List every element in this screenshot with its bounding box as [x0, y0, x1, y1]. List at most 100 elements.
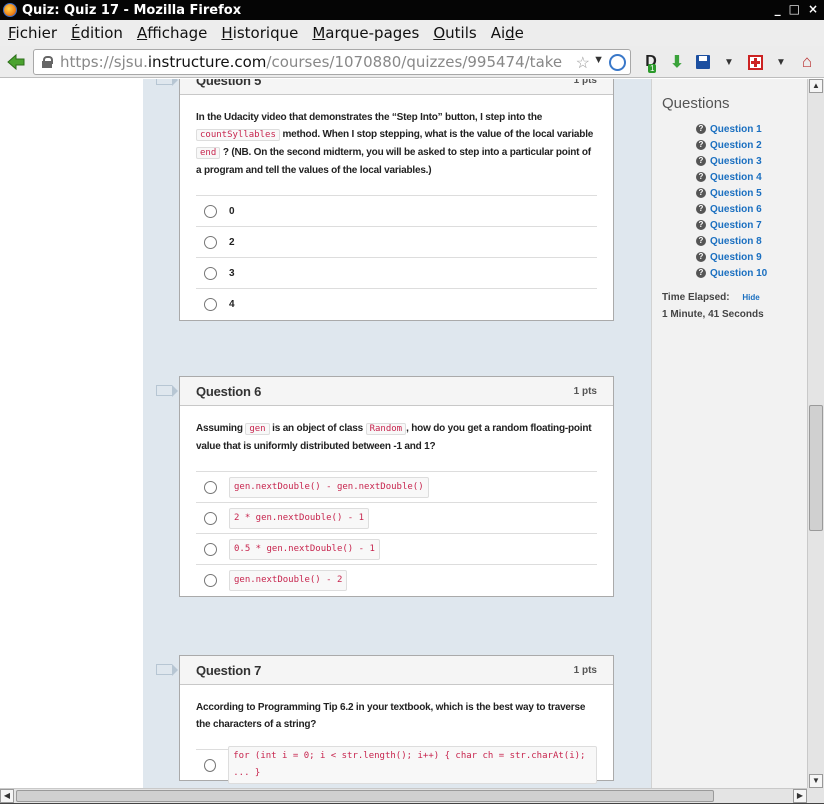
inline-code: gen	[245, 423, 270, 435]
url-dropdown-icon[interactable]: ▼	[593, 54, 604, 66]
question-body: Assuming gen is an object of class Rando…	[180, 406, 613, 596]
answer-list: for (int i = 0; i < str.length(); i++) {…	[196, 746, 597, 784]
question-points: 1 pts	[573, 385, 597, 397]
horizontal-scroll-thumb[interactable]	[16, 790, 714, 802]
answer-radio[interactable]	[204, 235, 217, 249]
sidebar-question-link[interactable]: ? Question 8	[696, 233, 767, 249]
menu-item-2[interactable]: Affichage	[137, 24, 207, 42]
question-text: Assuming gen is an object of class Rando…	[196, 406, 597, 455]
back-arrow-icon[interactable]	[6, 52, 26, 72]
sidebar-question-link[interactable]: ? Question 3	[696, 153, 767, 169]
sidebar-question-label: Question 8	[710, 235, 762, 247]
answer-option[interactable]: 3	[196, 258, 597, 289]
first-aid-button[interactable]	[742, 52, 768, 72]
sidebar-question-link[interactable]: ? Question 7	[696, 217, 767, 233]
scroll-right-arrow-icon[interactable]: ▶	[793, 789, 807, 803]
answer-option[interactable]: 4	[196, 289, 597, 320]
menu-bar: Fichier Édition Affichage Historique Marque-…	[0, 20, 824, 46]
firefox-logo-icon	[3, 3, 17, 17]
sidebar-question-link[interactable]: ? Question 4	[696, 169, 767, 185]
sidebar-question-link[interactable]: ? Question 5	[696, 185, 767, 201]
maximize-button[interactable]: □	[789, 2, 800, 16]
window-bottom-edge	[0, 803, 824, 808]
answer-option[interactable]: gen.nextDouble() - 2	[196, 565, 597, 596]
menu-item-0[interactable]: Fichier	[8, 24, 57, 42]
quiz-main-column: Question 5 1 pts In the Udacity video that…	[143, 79, 651, 788]
answer-radio[interactable]	[204, 511, 217, 525]
page-content: Question 5 1 pts In the Udacity video that…	[0, 79, 807, 788]
save-dropdown-button[interactable]: ▼	[716, 52, 742, 72]
answer-radio[interactable]	[204, 480, 217, 494]
question-status-icon: ?	[696, 172, 706, 182]
flag-question-icon[interactable]	[156, 664, 178, 676]
vertical-scrollbar[interactable]: ▲ ▼	[807, 79, 824, 788]
question-status-icon: ?	[696, 220, 706, 230]
answer-option[interactable]: for (int i = 0; i < str.length(); i++) {…	[196, 746, 597, 784]
answer-radio[interactable]	[204, 758, 217, 772]
question-text-segment: Assuming	[196, 423, 246, 434]
answer-label: 2	[229, 236, 235, 248]
question-title: Question 7	[196, 662, 262, 678]
menu-item-5[interactable]: Outils	[433, 24, 476, 42]
lock-icon	[42, 56, 53, 68]
minimize-button[interactable]: _	[775, 2, 781, 16]
url-text[interactable]: https://sjsu.instructure.com/courses/107…	[60, 53, 565, 71]
download-button[interactable]: ⬇	[664, 52, 690, 72]
flag-question-icon[interactable]	[156, 385, 178, 397]
inline-code: countSyllables	[196, 129, 280, 141]
answer-label: for (int i = 0; i < str.length(); i++) {…	[228, 746, 597, 784]
question-body: According to Programming Tip 6.2 in your…	[180, 685, 613, 784]
answer-option[interactable]: 2	[196, 227, 597, 258]
first-aid-icon	[747, 54, 763, 70]
floppy-disk-icon	[696, 55, 710, 69]
answer-option[interactable]: 0.5 * gen.nextDouble() - 1	[196, 534, 597, 565]
sidebar-question-link[interactable]: ? Question 9	[696, 249, 767, 265]
menu-item-1[interactable]: Édition	[71, 24, 123, 42]
home-button[interactable]: ⌂	[794, 52, 820, 72]
answer-label: 0	[229, 205, 235, 217]
flag-question-icon[interactable]	[156, 79, 178, 86]
sidebar-question-link[interactable]: ? Question 1	[696, 121, 767, 137]
answer-radio[interactable]	[204, 204, 217, 218]
menu-item-6[interactable]: Aide	[491, 24, 524, 42]
answer-option[interactable]: 0	[196, 196, 597, 227]
answer-radio[interactable]	[204, 298, 217, 311]
menu-item-3[interactable]: Historique	[221, 24, 298, 42]
time-elapsed-label: Time Elapsed:	[662, 292, 730, 303]
answer-option[interactable]: 2 * gen.nextDouble() - 1	[196, 503, 597, 534]
sidebar-question-label: Question 7	[710, 219, 762, 231]
bookmark-star-icon[interactable]: ☆	[576, 53, 590, 73]
time-elapsed-row: Time Elapsed: Hide	[662, 292, 760, 303]
answer-radio[interactable]	[204, 266, 217, 280]
time-elapsed-value: 1 Minute, 41 Seconds	[662, 309, 764, 320]
answer-radio[interactable]	[204, 542, 217, 556]
question-links: ? Question 1? Question 2? Question 3? Questi…	[696, 121, 767, 281]
answer-radio[interactable]	[204, 574, 217, 587]
reload-icon[interactable]	[609, 54, 626, 71]
horizontal-scrollbar[interactable]: ◀ ▶	[0, 788, 807, 803]
vertical-scroll-thumb[interactable]	[809, 405, 823, 531]
extension-d-button[interactable]: D 1	[638, 52, 664, 73]
sidebar-title: Questions	[662, 95, 730, 112]
close-button[interactable]: ×	[808, 2, 818, 16]
menu-item-4[interactable]: Marque-pages	[312, 24, 419, 42]
question-header: Question 6 1 pts	[180, 377, 613, 406]
sidebar-question-link[interactable]: ? Question 2	[696, 137, 767, 153]
sidebar-question-label: Question 2	[710, 139, 762, 151]
aid-dropdown-button[interactable]: ▼	[768, 52, 794, 72]
question-text-segment: method. When I stop stepping, what is th…	[279, 129, 594, 140]
save-button[interactable]	[690, 52, 716, 72]
home-icon: ⌂	[801, 52, 813, 71]
question-text-segment: In the Udacity video that demonstrates t…	[196, 112, 543, 123]
question-text-segment: According to Programming Tip 6.2 in your…	[196, 702, 586, 730]
question-status-icon: ?	[696, 140, 706, 150]
sidebar-question-link[interactable]: ? Question 6	[696, 201, 767, 217]
url-bar[interactable]: https://sjsu.instructure.com/courses/107…	[33, 49, 631, 75]
scroll-left-arrow-icon[interactable]: ◀	[0, 789, 14, 803]
scroll-up-arrow-icon[interactable]: ▲	[809, 79, 823, 93]
sidebar-question-label: Question 1	[710, 123, 762, 135]
hide-timer-link[interactable]: Hide	[742, 293, 759, 302]
scroll-down-arrow-icon[interactable]: ▼	[809, 774, 823, 788]
sidebar-question-link[interactable]: ? Question 10	[696, 265, 767, 281]
answer-option[interactable]: gen.nextDouble() - gen.nextDouble()	[196, 472, 597, 503]
